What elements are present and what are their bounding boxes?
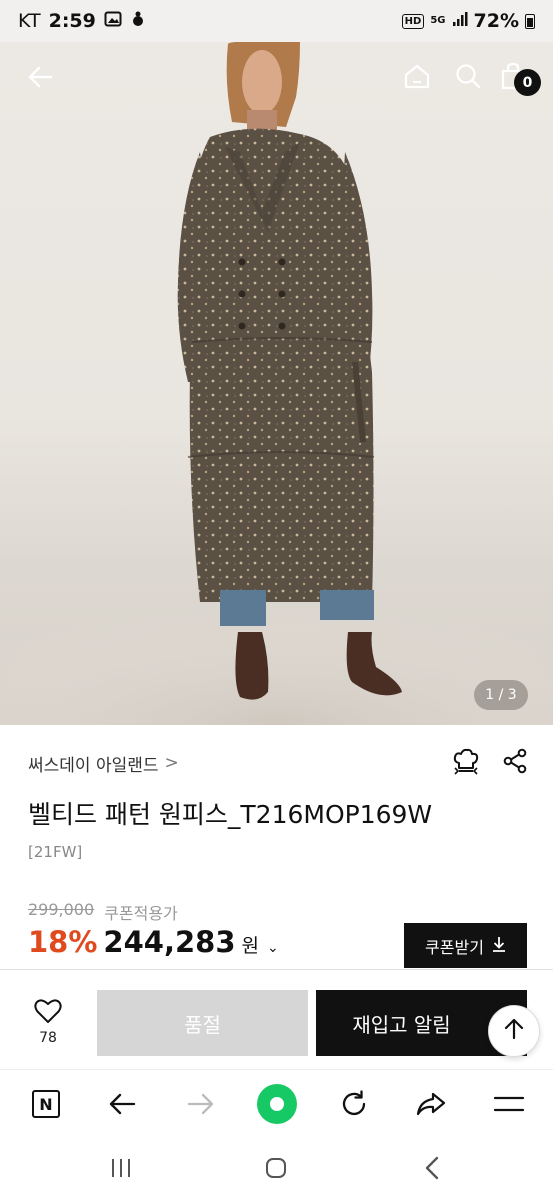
cart-count-badge: 0 [514,69,541,96]
purchase-action-bar: 78 품절 재입고 알림 [0,969,553,1069]
gallery-notification-icon [104,10,122,33]
brand-row: 써스데이 아일랜드 > [28,748,528,778]
discount-rate: 18% [28,925,98,959]
coupon-note: 쿠폰적용가 [104,904,178,923]
product-title: 벨티드 패턴 원피스_T216MOP169W [28,800,433,829]
chef-hat-icon[interactable] [452,747,480,779]
status-bar: KT 2:59 HD 5G 72% [0,0,553,42]
refresh-icon[interactable] [334,1084,374,1124]
coupon-download-button[interactable]: 쿠폰받기 [404,923,527,968]
like-count: 78 [39,1030,57,1046]
sale-price: 244,283 [103,925,236,959]
product-photo [0,42,553,725]
green-home-icon[interactable] [257,1084,297,1124]
original-price-row: 299,000 쿠폰적용가 [28,900,178,924]
hd-voice-icon: HD [401,13,425,29]
currency-label: 원 [241,935,259,957]
system-navigation-bar [0,1137,553,1200]
share-forward-icon[interactable] [411,1084,451,1124]
n-logo-icon[interactable]: N [26,1084,66,1124]
browser-toolbar: N [0,1069,553,1137]
product-image-gallery[interactable]: 0 1 / 3 [0,42,553,725]
gallery-pager: 1 / 3 [474,680,528,710]
recents-icon[interactable] [101,1151,141,1185]
heart-icon [34,999,62,1028]
home-button-icon[interactable] [256,1151,296,1185]
price-row: 18% 244,283 원 ⌄ [28,925,279,959]
share-icon[interactable] [502,748,528,778]
soldout-button: 품절 [97,990,308,1056]
battery-icon [525,13,535,29]
n-logo-label: N [32,1090,60,1118]
brand-link[interactable]: 써스데이 아일랜드 > [28,751,179,776]
arrow-up-icon [502,1017,526,1045]
chevron-right-icon: > [164,753,179,773]
download-icon [492,936,506,956]
battery-percent: 72% [473,10,519,32]
back-icon[interactable] [102,1084,142,1124]
signal-icon [452,10,468,32]
search-icon[interactable] [451,59,485,93]
back-nav-icon[interactable] [412,1151,452,1185]
chevron-down-icon[interactable]: ⌄ [267,940,279,956]
coupon-button-label: 쿠폰받기 [425,937,484,957]
network-type-icon: 5G [430,15,446,26]
brand-name: 써스데이 아일랜드 [28,755,159,776]
app-notification-icon [130,10,146,33]
like-button[interactable]: 78 [26,998,70,1046]
carrier-label: KT [18,10,41,32]
clock: 2:59 [48,10,96,32]
season-tag: [21FW] [28,843,83,861]
scroll-to-top-button[interactable] [488,1005,540,1057]
menu-icon[interactable] [489,1084,529,1124]
home-icon[interactable] [400,59,434,93]
back-arrow-icon[interactable] [22,59,58,95]
forward-icon[interactable] [181,1084,221,1124]
original-price: 299,000 [28,900,95,919]
